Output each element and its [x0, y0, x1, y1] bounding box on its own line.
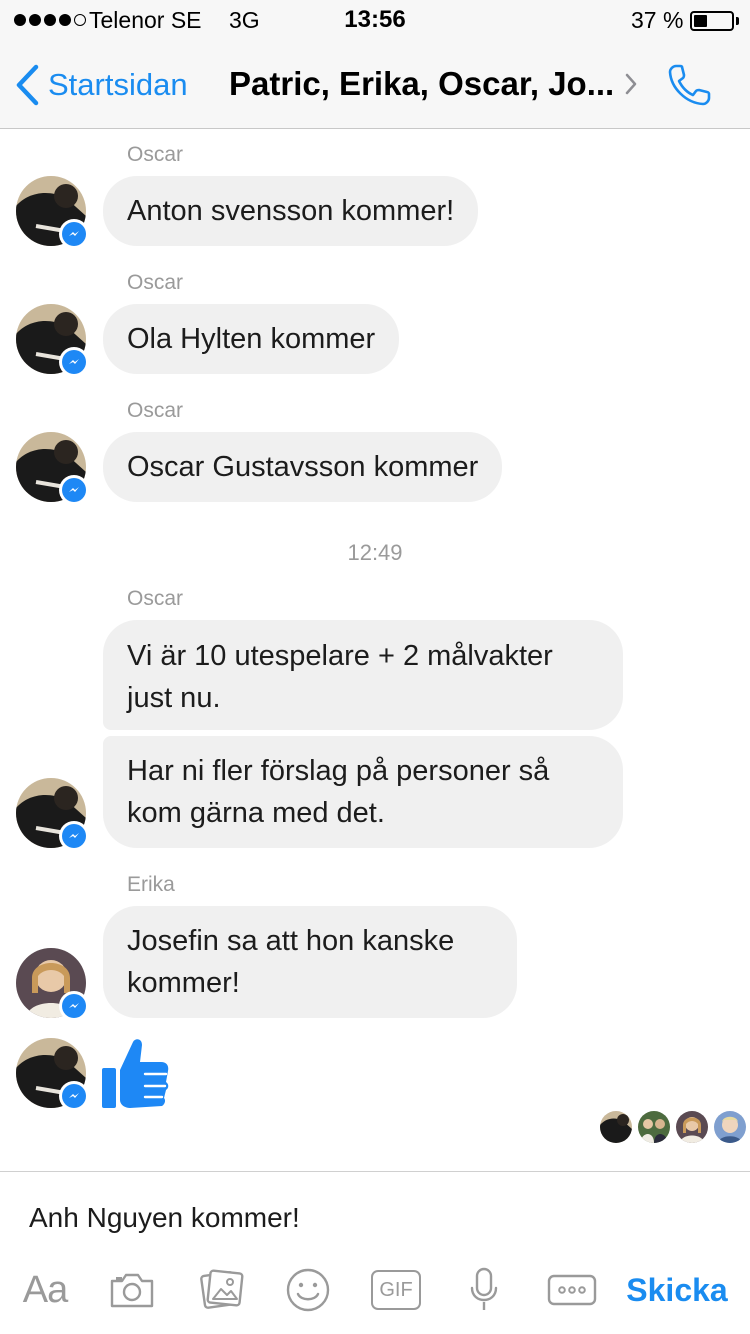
camera-icon	[110, 1273, 154, 1308]
messenger-badge-icon	[59, 347, 89, 377]
battery-icon	[690, 11, 734, 31]
avatar-oscar[interactable]	[16, 1038, 89, 1111]
send-button[interactable]: Skicka	[624, 1262, 730, 1318]
messenger-badge-icon	[59, 475, 89, 505]
camera-button[interactable]	[106, 1262, 158, 1318]
phone-call-icon[interactable]	[666, 62, 714, 108]
sender-name: Oscar	[127, 587, 184, 610]
voice-message-button[interactable]	[466, 1262, 502, 1318]
seen-avatar	[600, 1111, 632, 1143]
sender-name: Oscar	[127, 143, 184, 166]
chevron-left-icon	[16, 64, 39, 106]
seen-avatar	[714, 1111, 746, 1143]
photo-gallery-icon	[200, 1269, 244, 1309]
messenger-badge-icon	[59, 1081, 89, 1111]
photo-gallery-button[interactable]	[196, 1262, 248, 1318]
message-bubble[interactable]: Josefin sa att hon kanske kommer!	[103, 906, 517, 1018]
composer-divider	[0, 1171, 750, 1172]
seen-avatar	[676, 1111, 708, 1143]
back-button[interactable]: Startsidan	[14, 64, 188, 106]
message-bubble[interactable]: Vi är 10 utespelare + 2 målvakter just n…	[103, 620, 623, 730]
message-bubble[interactable]: Anton svensson kommer!	[103, 176, 479, 246]
gif-label: GIF	[371, 1270, 421, 1310]
battery-percent: 37 %	[631, 7, 684, 33]
messenger-badge-icon	[59, 219, 89, 249]
battery-tip	[736, 17, 739, 25]
sender-name: Erika	[127, 873, 175, 896]
avatar-oscar[interactable]	[16, 176, 89, 249]
more-icon	[547, 1274, 597, 1306]
text-format-button[interactable]: Aa	[18, 1262, 72, 1318]
messenger-badge-icon	[59, 821, 89, 851]
avatar-oscar[interactable]	[16, 778, 89, 851]
avatar-erika[interactable]	[16, 948, 89, 1021]
message-list[interactable]: Oscar Anton svensson kommer! Oscar Ola H…	[0, 130, 750, 1170]
more-options-button[interactable]	[546, 1262, 598, 1318]
avatar-oscar[interactable]	[16, 432, 89, 505]
status-bar: Telenor SE 3G 13:56 37 %	[0, 0, 750, 40]
messenger-badge-icon	[59, 991, 89, 1021]
message-bubble[interactable]: Ola Hylten kommer	[103, 304, 400, 374]
conversation-title[interactable]: Patric, Erika, Oscar, Jo...	[229, 65, 614, 103]
seen-avatar	[638, 1111, 670, 1143]
gif-button[interactable]: GIF	[370, 1262, 422, 1318]
message-input[interactable]	[29, 1198, 709, 1238]
composer-toolbar: Aa GIF Skicka	[0, 1262, 750, 1318]
sender-name: Oscar	[127, 271, 184, 294]
message-bubble[interactable]: Oscar Gustavsson kommer	[103, 432, 503, 502]
sticker-button[interactable]	[284, 1262, 332, 1318]
microphone-icon	[470, 1267, 498, 1310]
message-bubble[interactable]: Har ni fler förslag på personer så kom g…	[103, 736, 623, 848]
thumbs-up-icon[interactable]	[100, 1036, 170, 1110]
sender-name: Oscar	[127, 399, 184, 422]
back-button-label: Startsidan	[48, 67, 188, 102]
chevron-right-icon[interactable]	[624, 72, 638, 96]
smiley-icon	[286, 1268, 330, 1312]
avatar-oscar[interactable]	[16, 304, 89, 377]
timestamp-divider: 12:49	[347, 540, 403, 565]
conversation-header: Startsidan Patric, Erika, Oscar, Jo...	[0, 40, 750, 129]
